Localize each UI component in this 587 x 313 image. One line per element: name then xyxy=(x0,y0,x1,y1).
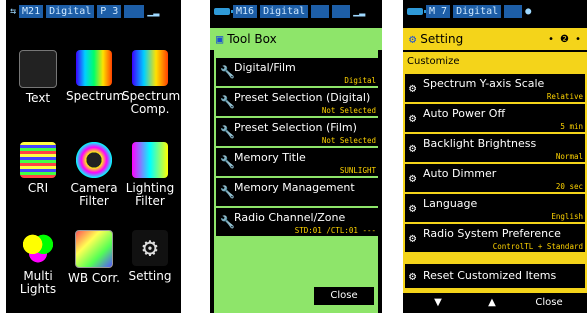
setting-gear-icon: ⚙ xyxy=(132,230,168,266)
memory-indicator: M16 xyxy=(233,5,258,18)
status-block xyxy=(332,5,351,18)
tile-spectrum[interactable]: Spectrum xyxy=(66,50,125,103)
toolbox-icon: ▣ xyxy=(216,32,224,46)
memory-indicator: M21 xyxy=(19,5,44,18)
wrench-icon: 🔧 xyxy=(220,125,235,139)
setting-item[interactable]: ⚙ Backlight Brightness Normal xyxy=(405,134,585,162)
reset-customized-items-button[interactable]: ⚙ Reset Customized Items xyxy=(405,264,585,288)
tile-text[interactable]: Text xyxy=(10,50,66,105)
toolbox-screen: M16 Digital ▁▂ ▣ Tool Box 🔧 Digital/Film… xyxy=(210,0,382,313)
gear-icon: ⚙ xyxy=(409,269,417,283)
spectrum-icon xyxy=(76,50,112,86)
close-button[interactable]: Close xyxy=(314,287,374,305)
gear-icon: ⚙ xyxy=(409,171,417,185)
title-bar: ▣ Tool Box xyxy=(210,28,382,50)
tile-label: Setting xyxy=(128,269,172,283)
page-title: Setting xyxy=(420,32,464,46)
usb-icon: ⇆ xyxy=(10,6,17,17)
tile-camera-filter[interactable]: Camera Filter xyxy=(66,142,122,208)
battery-icon xyxy=(214,8,233,15)
gear-icon: ⚙ xyxy=(409,81,417,95)
lighting-filter-icon xyxy=(132,142,168,178)
status-block xyxy=(124,5,145,18)
signal-icon: ▁▂ xyxy=(147,6,160,17)
tile-multi-lights[interactable]: Multi Lights xyxy=(10,230,66,296)
toolbox-item[interactable]: 🔧 Memory Title SUNLIGHT xyxy=(216,148,378,176)
status-bar: M16 Digital ▁▂ xyxy=(210,0,382,23)
wrench-icon: 🔧 xyxy=(220,185,235,199)
tile-label: Lighting Filter xyxy=(125,181,175,208)
toolbox-item[interactable]: 🔧 Memory Management xyxy=(216,178,378,206)
wb-correction-icon xyxy=(75,230,113,268)
setting-item[interactable]: ⚙ Auto Dimmer 20 sec xyxy=(405,164,585,192)
tile-label: CRI xyxy=(27,181,49,195)
signal-icon: ● xyxy=(525,6,532,17)
page-dots-icon: • ❷ • xyxy=(547,33,581,45)
gear-icon: ⚙ xyxy=(409,111,417,125)
section-title: Customize xyxy=(407,56,460,67)
tile-label: WB Corr. xyxy=(67,271,120,285)
status-bar: ⇆ M21 Digital P 3 ▁▂ xyxy=(6,0,181,23)
setting-item[interactable]: ⚙ Spectrum Y-axis Scale Relative xyxy=(405,74,585,102)
title-bar: ⚙ Setting • ❷ • xyxy=(403,28,587,50)
toolbox-item[interactable]: 🔧 Radio Channel/Zone STD:01 /CTL:01 --- xyxy=(216,208,378,236)
memory-indicator: M 7 xyxy=(426,5,451,18)
camera-filter-icon xyxy=(76,142,112,178)
signal-icon: ▁▂ xyxy=(353,6,366,17)
setting-icon: ⚙ xyxy=(409,32,417,46)
toolbox-item[interactable]: 🔧 Preset Selection (Digital) Not Selecte… xyxy=(216,88,378,116)
page-title: Tool Box xyxy=(227,32,277,46)
close-button[interactable]: Close xyxy=(521,295,577,311)
gear-icon: ⚙ xyxy=(409,141,417,155)
cri-icon xyxy=(20,142,56,178)
main-menu-screen: ⇆ M21 Digital P 3 ▁▂ Text Spectrum Spect… xyxy=(6,0,181,313)
status-block xyxy=(311,5,330,18)
tile-spectrum-comp[interactable]: Spectrum Comp. xyxy=(122,50,181,116)
tile-label: Text xyxy=(25,91,51,105)
setting-item[interactable]: ⚙ Auto Power Off 5 min xyxy=(405,104,585,132)
page-indicator: P 3 xyxy=(97,5,122,18)
toolbox-item[interactable]: 🔧 Digital/Film Digital xyxy=(216,58,378,86)
gear-icon: ⚙ xyxy=(409,231,417,245)
scroll-down-button[interactable]: ▼ xyxy=(417,295,459,311)
mode-indicator: Digital xyxy=(46,5,95,18)
tile-wb-corr[interactable]: WB Corr. xyxy=(66,230,122,285)
tile-label: Multi Lights xyxy=(19,269,57,296)
scroll-up-button[interactable]: ▲ xyxy=(471,295,513,311)
mode-indicator: Digital xyxy=(453,5,502,18)
multi-lights-icon xyxy=(20,230,56,266)
tile-setting[interactable]: ⚙ Setting xyxy=(122,230,178,283)
tile-label: Camera Filter xyxy=(70,181,118,208)
status-bar: M 7 Digital ● xyxy=(403,0,587,23)
battery-icon xyxy=(407,8,426,15)
tile-cri[interactable]: CRI xyxy=(10,142,66,195)
mode-indicator: Digital xyxy=(260,5,309,18)
tile-label: Spectrum xyxy=(66,89,125,103)
setting-item[interactable]: ⚙ Radio System Preference ControlTL + St… xyxy=(405,224,585,252)
text-icon xyxy=(19,50,57,88)
toolbox-item[interactable]: 🔧 Preset Selection (Film) Not Selected xyxy=(216,118,378,146)
status-block xyxy=(504,5,523,18)
tile-lighting-filter[interactable]: Lighting Filter xyxy=(122,142,178,208)
setting-screen: M 7 Digital ● ⚙ Setting • ❷ • Customize … xyxy=(403,0,587,313)
setting-item[interactable]: ⚙ Language English xyxy=(405,194,585,222)
tile-label: Spectrum Comp. xyxy=(122,89,181,116)
wrench-icon: 🔧 xyxy=(220,65,235,79)
wrench-icon: 🔧 xyxy=(220,95,235,109)
wrench-icon: 🔧 xyxy=(220,155,235,169)
gear-icon: ⚙ xyxy=(409,201,417,215)
spectrum-compare-icon xyxy=(132,50,168,86)
wrench-icon: 🔧 xyxy=(220,215,235,229)
